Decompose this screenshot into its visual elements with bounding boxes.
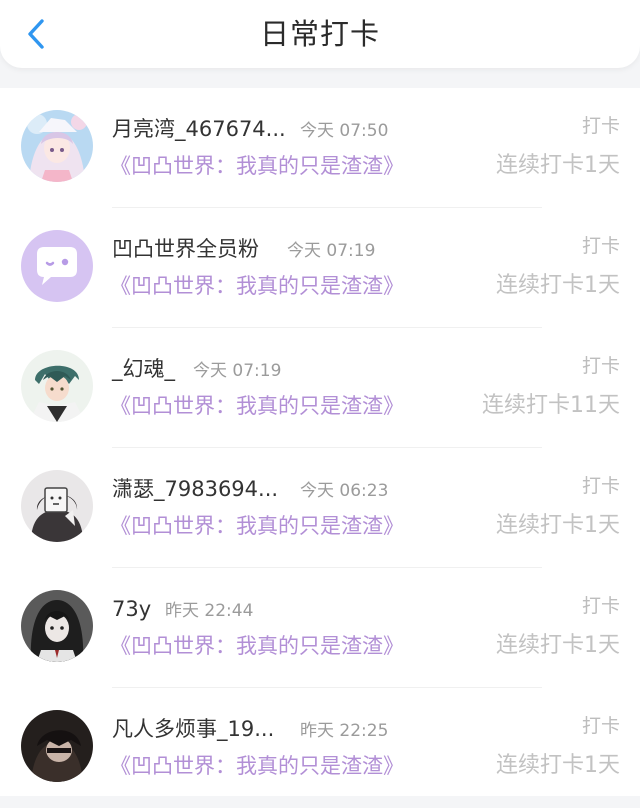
avatar[interactable]	[21, 230, 93, 302]
chat-bubble-avatar-icon	[21, 230, 93, 302]
dark-hair-girl-avatar-icon	[21, 590, 93, 662]
book-title-link[interactable]: 《凹凸世界：我真的只是渣渣》	[110, 631, 404, 661]
sketch-avatar-icon	[21, 470, 93, 542]
top-bar: 日常打卡	[0, 0, 640, 68]
book-title-link[interactable]: 《凹凸世界：我真的只是渣渣》	[110, 391, 404, 421]
checkin-time: 昨天 22:25	[300, 721, 389, 741]
streak-count: 连续打卡11天	[482, 393, 620, 418]
checkin-tag: 打卡	[581, 475, 620, 497]
checkin-tag: 打卡	[581, 235, 620, 257]
checkin-time: 今天 07:50	[300, 121, 389, 141]
book-title-link[interactable]: 《凹凸世界：我真的只是渣渣》	[110, 271, 404, 301]
page-title: 日常打卡	[259, 17, 380, 51]
anime-girl-avatar-icon	[21, 110, 93, 182]
streak-count: 连续打卡1天	[496, 513, 620, 538]
user-name[interactable]: _幻魂_	[112, 354, 175, 384]
avatar[interactable]	[21, 590, 93, 662]
checkin-time: 昨天 22:44	[165, 601, 254, 621]
avatar[interactable]	[21, 470, 93, 542]
streak-count: 连续打卡1天	[496, 753, 620, 778]
list-item[interactable]: 潇瑟_7983694... 今天 06:23 《凹凸世界：我真的只是渣渣》 打卡…	[0, 448, 640, 568]
checkin-time: 今天 07:19	[193, 361, 282, 381]
avatar[interactable]	[21, 350, 93, 422]
list-item[interactable]: 凹凸世界全员粉 今天 07:19 《凹凸世界：我真的只是渣渣》 打卡 连续打卡1…	[0, 208, 640, 328]
checkin-tag: 打卡	[581, 595, 620, 617]
list-item[interactable]: 凡人多烦事_19... 昨天 22:25 《凹凸世界：我真的只是渣渣》 打卡 连…	[0, 688, 640, 808]
user-name[interactable]: 73y	[112, 594, 151, 624]
list-item[interactable]: 73y 昨天 22:44 《凹凸世界：我真的只是渣渣》 打卡 连续打卡1天	[0, 568, 640, 688]
book-title-link[interactable]: 《凹凸世界：我真的只是渣渣》	[110, 511, 404, 541]
streak-count: 连续打卡1天	[496, 273, 620, 298]
checkin-tag: 打卡	[581, 115, 620, 137]
user-name[interactable]: 月亮湾_467674...	[112, 114, 286, 144]
anime-boy-avatar-icon	[21, 350, 93, 422]
dark-photo-avatar-icon	[21, 710, 93, 782]
user-name[interactable]: 凹凸世界全员粉	[112, 234, 259, 264]
checkin-time: 今天 07:19	[287, 241, 376, 261]
checkin-time: 今天 06:23	[300, 481, 389, 501]
list-item[interactable]: 月亮湾_467674... 今天 07:50 《凹凸世界：我真的只是渣渣》 打卡…	[0, 88, 640, 208]
avatar[interactable]	[21, 710, 93, 782]
list-item[interactable]: _幻魂_ 今天 07:19 《凹凸世界：我真的只是渣渣》 打卡 连续打卡11天	[0, 328, 640, 448]
checkin-list: 月亮湾_467674... 今天 07:50 《凹凸世界：我真的只是渣渣》 打卡…	[0, 88, 640, 796]
user-name[interactable]: 潇瑟_7983694...	[112, 474, 278, 504]
avatar[interactable]	[21, 110, 93, 182]
checkin-tag: 打卡	[581, 715, 620, 737]
checkin-tag: 打卡	[581, 355, 620, 377]
user-name[interactable]: 凡人多烦事_19...	[112, 714, 274, 744]
book-title-link[interactable]: 《凹凸世界：我真的只是渣渣》	[110, 151, 404, 181]
streak-count: 连续打卡1天	[496, 153, 620, 178]
streak-count: 连续打卡1天	[496, 633, 620, 658]
book-title-link[interactable]: 《凹凸世界：我真的只是渣渣》	[110, 751, 404, 781]
